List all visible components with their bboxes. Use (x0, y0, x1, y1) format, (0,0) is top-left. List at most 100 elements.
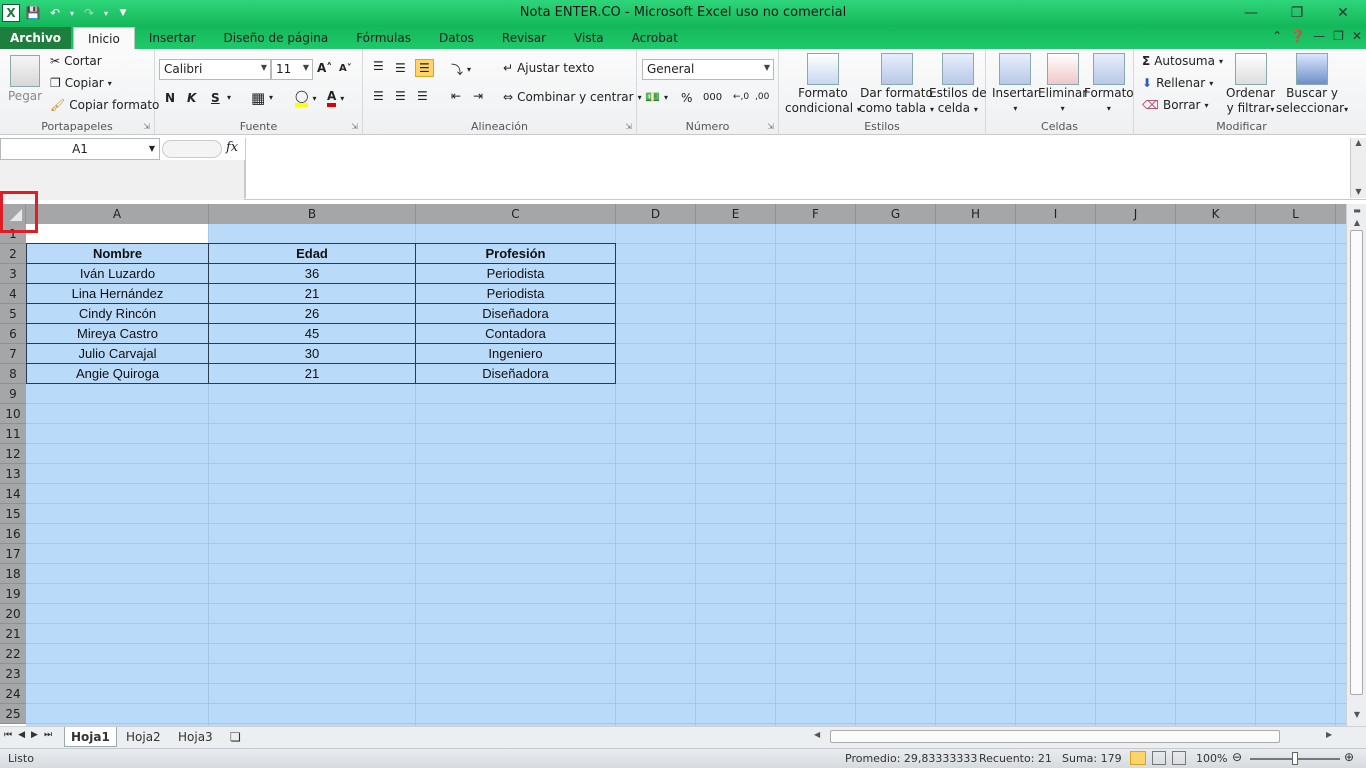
italic-button[interactable]: K (187, 91, 196, 105)
align-top-icon[interactable]: ☰ (373, 59, 384, 73)
page-layout-view-icon[interactable] (1152, 751, 1166, 765)
clear-button[interactable]: ⌫ Borrar ▾ (1142, 98, 1209, 112)
table-cell[interactable]: 30 (209, 344, 416, 364)
column-header-k[interactable]: K (1176, 204, 1256, 224)
table-cell[interactable]: 26 (209, 304, 416, 324)
sheet-tab-hoja1[interactable]: Hoja1 (64, 727, 117, 747)
shrink-font-icon[interactable]: A˅ (339, 63, 352, 74)
fuente-launcher-icon[interactable]: ⇲ (351, 122, 358, 131)
formula-scroll-down-icon[interactable]: ▼ (1351, 187, 1366, 196)
table-cell[interactable]: 21 (209, 284, 416, 304)
sheet-tab-hoja3[interactable]: Hoja3 (172, 727, 219, 747)
minimize-icon[interactable]: — (1228, 0, 1274, 26)
sheet-tab-hoja2[interactable]: Hoja2 (120, 727, 167, 747)
column-header-j[interactable]: J (1096, 204, 1176, 224)
excel-logo-icon[interactable]: X (2, 4, 20, 22)
font-size-select[interactable]: 11 ▼ (271, 59, 313, 80)
thousands-icon[interactable]: 000 (703, 92, 722, 103)
split-handle-icon[interactable]: ▬ (1350, 206, 1364, 218)
formula-bar-scrollbar[interactable]: ▲ ▼ (1350, 138, 1366, 198)
sort-filter-button[interactable]: Ordenar y filtrar▾ (1226, 53, 1275, 116)
table-header-cell[interactable]: Profesión (416, 244, 616, 264)
portapapeles-launcher-icon[interactable]: ⇲ (143, 122, 150, 131)
insert-function-icon[interactable]: fx (226, 140, 238, 155)
zoom-level[interactable]: 100% (1196, 752, 1227, 765)
borders-dropdown-icon[interactable]: ▾ (269, 93, 273, 102)
percent-icon[interactable]: % (681, 91, 692, 105)
horizontal-scrollbar[interactable]: ◀ ▶ (808, 729, 1346, 745)
alineacion-launcher-icon[interactable]: ⇲ (625, 122, 632, 131)
merge-center-button[interactable]: ⇔ Combinar y centrar ▾ (503, 90, 642, 104)
row-header-16[interactable]: 16 (0, 524, 26, 544)
vertical-scroll-thumb[interactable] (1350, 230, 1363, 695)
row-header-21[interactable]: 21 (0, 624, 26, 644)
orientation-icon[interactable]: ⤵ ▾ (451, 61, 471, 78)
column-header-b[interactable]: B (209, 204, 416, 224)
table-cell[interactable]: Diseñadora (416, 304, 616, 324)
active-cell[interactable] (26, 224, 209, 244)
formula-scroll-up-icon[interactable]: ▲ (1351, 138, 1366, 147)
currency-icon[interactable]: 💵 ▾ (645, 90, 668, 104)
vertical-scrollbar[interactable]: ▬ ▲ ▼ (1346, 204, 1366, 726)
grow-font-icon[interactable]: A˄ (317, 61, 332, 75)
row-header-6[interactable]: 6 (0, 324, 26, 344)
row-header-14[interactable]: 14 (0, 484, 26, 504)
row-header-22[interactable]: 22 (0, 644, 26, 664)
row-header-10[interactable]: 10 (0, 404, 26, 424)
row-header-13[interactable]: 13 (0, 464, 26, 484)
row-header-9[interactable]: 9 (0, 384, 26, 404)
row-header-23[interactable]: 23 (0, 664, 26, 684)
undo-icon[interactable]: ↶ (46, 4, 64, 22)
table-cell[interactable]: 36 (209, 264, 416, 284)
row-header-15[interactable]: 15 (0, 504, 26, 524)
normal-view-icon[interactable] (1130, 751, 1146, 765)
redo-icon[interactable]: ↷ (80, 4, 98, 22)
table-cell[interactable]: Mireya Castro (26, 324, 209, 344)
increase-decimal-icon[interactable]: ←,0 (733, 92, 749, 102)
decrease-decimal-icon[interactable]: ,00 (755, 92, 769, 102)
table-cell[interactable]: Cindy Rincón (26, 304, 209, 324)
table-cell[interactable]: Angie Quiroga (26, 364, 209, 384)
tab-diseno-pagina[interactable]: Diseño de página (210, 27, 343, 49)
tab-acrobat[interactable]: Acrobat (618, 27, 692, 49)
doc-minimize-icon[interactable]: — (1313, 29, 1325, 43)
format-cells-button[interactable]: Formato ▾ (1084, 53, 1134, 115)
row-header-25[interactable]: 25 (0, 704, 26, 724)
cut-button[interactable]: ✂ Cortar (50, 54, 102, 68)
zoom-out-icon[interactable]: ⊖ (1232, 750, 1242, 764)
row-header-12[interactable]: 12 (0, 444, 26, 464)
numero-launcher-icon[interactable]: ⇲ (767, 122, 774, 131)
tab-archivo[interactable]: Archivo (0, 27, 72, 49)
column-header-h[interactable]: H (936, 204, 1016, 224)
increase-indent-icon[interactable]: ⇥ (473, 89, 483, 103)
align-bottom-icon[interactable]: ☰ (415, 59, 434, 77)
tab-revisar[interactable]: Revisar (488, 27, 560, 49)
new-sheet-icon[interactable]: ❏ (224, 727, 247, 747)
customize-qat-icon[interactable]: ▼ (114, 4, 132, 22)
scroll-left-icon[interactable]: ◀ (814, 730, 820, 739)
fill-color-icon[interactable]: ◯ ▾ (295, 89, 316, 107)
tab-insertar[interactable]: Insertar (135, 27, 210, 49)
row-header-7[interactable]: 7 (0, 344, 26, 364)
table-cell[interactable]: Julio Carvajal (26, 344, 209, 364)
bold-button[interactable]: N (165, 91, 175, 105)
copy-button[interactable]: ❐ Copiar ▾ (50, 76, 112, 90)
row-header-18[interactable]: 18 (0, 564, 26, 584)
tab-formulas[interactable]: Fórmulas (342, 27, 425, 49)
format-as-table-button[interactable]: Dar formato como tabla ▾ (859, 53, 934, 116)
font-name-select[interactable]: Calibri ▼ (159, 59, 271, 80)
table-cell[interactable]: Ingeniero (416, 344, 616, 364)
font-color-icon[interactable]: A ▾ (327, 89, 344, 107)
underline-button[interactable]: S (211, 91, 220, 105)
column-header-i[interactable]: I (1016, 204, 1096, 224)
align-middle-icon[interactable]: ☰ (395, 61, 406, 75)
page-break-view-icon[interactable] (1172, 751, 1186, 765)
align-center-icon[interactable]: ☰ (395, 89, 406, 103)
row-header-5[interactable]: 5 (0, 304, 26, 324)
table-cell[interactable]: 45 (209, 324, 416, 344)
table-cell[interactable]: Contadora (416, 324, 616, 344)
column-header-c[interactable]: C (416, 204, 616, 224)
formula-input[interactable] (245, 138, 1350, 198)
conditional-format-button[interactable]: Formato condicional ▾ (785, 53, 861, 116)
row-header-3[interactable]: 3 (0, 264, 26, 284)
